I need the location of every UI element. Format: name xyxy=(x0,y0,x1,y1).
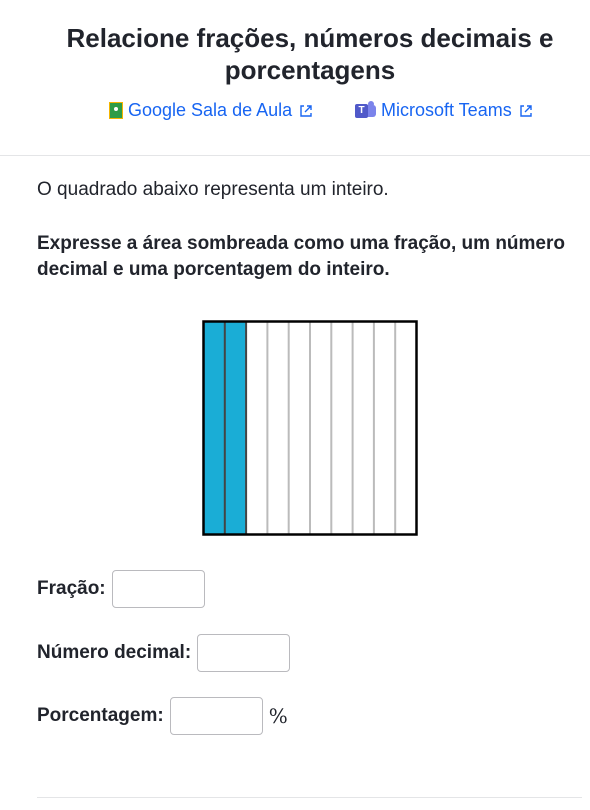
percent-input[interactable] xyxy=(169,697,263,735)
google-classroom-link[interactable]: Google Sala de Aula xyxy=(109,100,314,121)
divider xyxy=(37,797,582,798)
decimal-row: Número decimal: xyxy=(37,634,291,672)
problem-question: Expresse a área sombreada como uma fraçã… xyxy=(37,233,565,280)
percent-label: Porcentagem: xyxy=(37,705,164,726)
header: Relacione frações, números decimais e po… xyxy=(0,0,590,156)
shaded-square-figure xyxy=(202,320,418,536)
decimal-label: Número decimal: xyxy=(37,642,192,663)
external-link-icon xyxy=(520,104,532,117)
microsoft-teams-icon: T xyxy=(355,100,377,120)
problem-content: O quadrado abaixo representa um inteiro.… xyxy=(37,176,582,280)
percent-row: Porcentagem: % xyxy=(37,697,288,735)
percent-sign: % xyxy=(268,704,288,728)
share-links: Google Sala de Aula T Microsoft Teams xyxy=(0,100,590,124)
google-classroom-label: Google Sala de Aula xyxy=(128,100,293,120)
decimal-input[interactable] xyxy=(197,634,291,672)
shaded-column xyxy=(224,321,247,535)
fraction-row: Fração: xyxy=(37,570,205,608)
microsoft-teams-label: Microsoft Teams xyxy=(381,100,512,120)
shaded-column xyxy=(203,321,225,535)
external-link-icon xyxy=(300,104,312,117)
page-title: Relacione frações, números decimais e po… xyxy=(66,23,554,85)
google-classroom-icon xyxy=(109,102,123,119)
microsoft-teams-link[interactable]: T Microsoft Teams xyxy=(355,100,534,121)
fraction-label: Fração: xyxy=(37,578,106,599)
fraction-input[interactable] xyxy=(111,570,205,608)
problem-intro: O quadrado abaixo representa um inteiro. xyxy=(37,179,389,200)
